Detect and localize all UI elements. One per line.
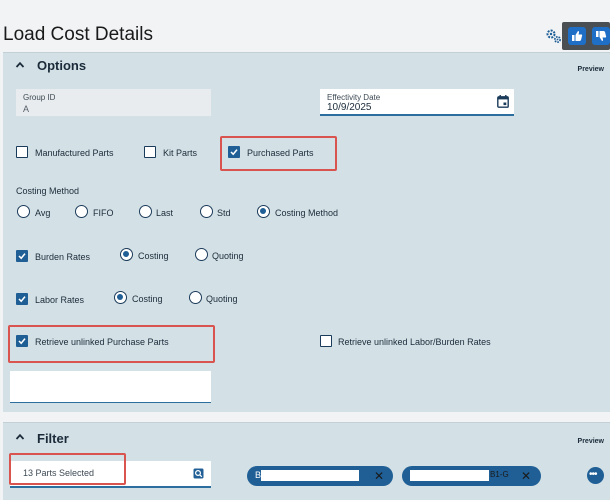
page-title: Load Cost Details xyxy=(3,24,153,45)
costing-method-heading: Costing Method xyxy=(16,186,80,196)
effectivity-date-label: Effectivity Date xyxy=(327,93,381,102)
labor-rates-checkbox[interactable] xyxy=(16,293,28,305)
checkmark-icon xyxy=(230,149,238,156)
thumbs-up-icon[interactable] xyxy=(568,27,586,45)
filter-chip-2-text: B1-G xyxy=(490,470,509,479)
costing-fifo-label: FIFO xyxy=(93,208,114,218)
redacted-text xyxy=(261,470,359,481)
costing-avg-radio[interactable] xyxy=(17,205,30,218)
group-id-value: A xyxy=(23,104,30,114)
burden-costing-label: Costing xyxy=(138,251,169,261)
burden-quoting-radio[interactable] xyxy=(195,248,208,261)
thumbs-down-icon[interactable] xyxy=(592,27,610,45)
retrieve-unlinked-purchase-checkbox[interactable] xyxy=(16,335,28,347)
labor-costing-radio[interactable] xyxy=(114,291,127,304)
labor-quoting-label: Quoting xyxy=(206,294,238,304)
burden-costing-radio[interactable] xyxy=(120,248,133,261)
labor-quoting-radio[interactable] xyxy=(189,291,202,304)
costing-fifo-radio[interactable] xyxy=(75,205,88,218)
chevron-up-icon[interactable] xyxy=(15,432,25,442)
options-panel-title: Options xyxy=(37,58,87,73)
filter-panel-title: Filter xyxy=(37,431,69,446)
costing-last-radio[interactable] xyxy=(139,205,152,218)
purchased-parts-checkbox[interactable] xyxy=(228,146,240,158)
options-panel-header[interactable]: Options Preview xyxy=(3,53,610,79)
costing-last-label: Last xyxy=(156,208,174,218)
manufactured-parts-label: Manufactured Parts xyxy=(35,148,114,158)
filter-panel-header[interactable]: Filter Preview xyxy=(3,423,610,449)
retrieve-unlinked-labor-checkbox[interactable] xyxy=(320,335,332,347)
manufactured-parts-checkbox[interactable] xyxy=(16,146,28,158)
effectivity-date-field[interactable]: Effectivity Date 10/9/2025 xyxy=(320,89,514,116)
options-preview-link[interactable]: Preview xyxy=(578,66,604,73)
retrieve-unlinked-labor-label: Retrieve unlinked Labor/Burden Rates xyxy=(338,337,491,347)
more-options-button[interactable]: ••• xyxy=(587,467,604,484)
kit-parts-checkbox[interactable] xyxy=(144,146,156,158)
labor-rates-label: Labor Rates xyxy=(35,295,85,305)
costing-avg-label: Avg xyxy=(35,208,51,218)
labor-costing-label: Costing xyxy=(132,294,163,304)
calendar-icon[interactable] xyxy=(497,95,509,108)
burden-rates-checkbox[interactable] xyxy=(16,250,28,262)
filter-preview-link[interactable]: Preview xyxy=(578,438,604,445)
ellipsis-icon: ••• xyxy=(589,469,597,480)
close-icon[interactable]: ✕ xyxy=(521,469,531,483)
burden-quoting-label: Quoting xyxy=(212,251,244,261)
checkmark-icon xyxy=(18,296,26,303)
purchased-parts-label: Purchased Parts xyxy=(247,148,314,158)
kit-parts-label: Kit Parts xyxy=(163,148,198,158)
empty-input-field[interactable] xyxy=(10,371,211,403)
checkmark-icon xyxy=(18,338,26,345)
filter-chip-2[interactable]: B1-G ✕ xyxy=(402,466,541,486)
parts-selected-highlight xyxy=(9,453,126,485)
effectivity-date-value: 10/9/2025 xyxy=(327,102,372,113)
burden-rates-label: Burden Rates xyxy=(35,252,91,262)
search-icon[interactable] xyxy=(193,468,204,479)
costing-std-label: Std xyxy=(217,208,231,218)
group-id-label: Group ID xyxy=(23,93,56,102)
costing-method-option-label: Costing Method xyxy=(275,208,339,218)
costing-std-radio[interactable] xyxy=(200,205,213,218)
costing-method-radio[interactable] xyxy=(257,205,270,218)
filter-chip-1[interactable]: B ✕ xyxy=(247,466,393,486)
feedback-vote-box xyxy=(562,22,610,50)
checkmark-icon xyxy=(18,253,26,260)
retrieve-unlinked-purchase-label: Retrieve unlinked Purchase Parts xyxy=(35,337,169,347)
settings-gears-icon[interactable] xyxy=(545,27,563,45)
redacted-text xyxy=(410,470,489,481)
group-id-field[interactable]: Group ID A xyxy=(16,89,211,116)
chevron-up-icon[interactable] xyxy=(15,60,25,70)
close-icon[interactable]: ✕ xyxy=(374,469,384,483)
